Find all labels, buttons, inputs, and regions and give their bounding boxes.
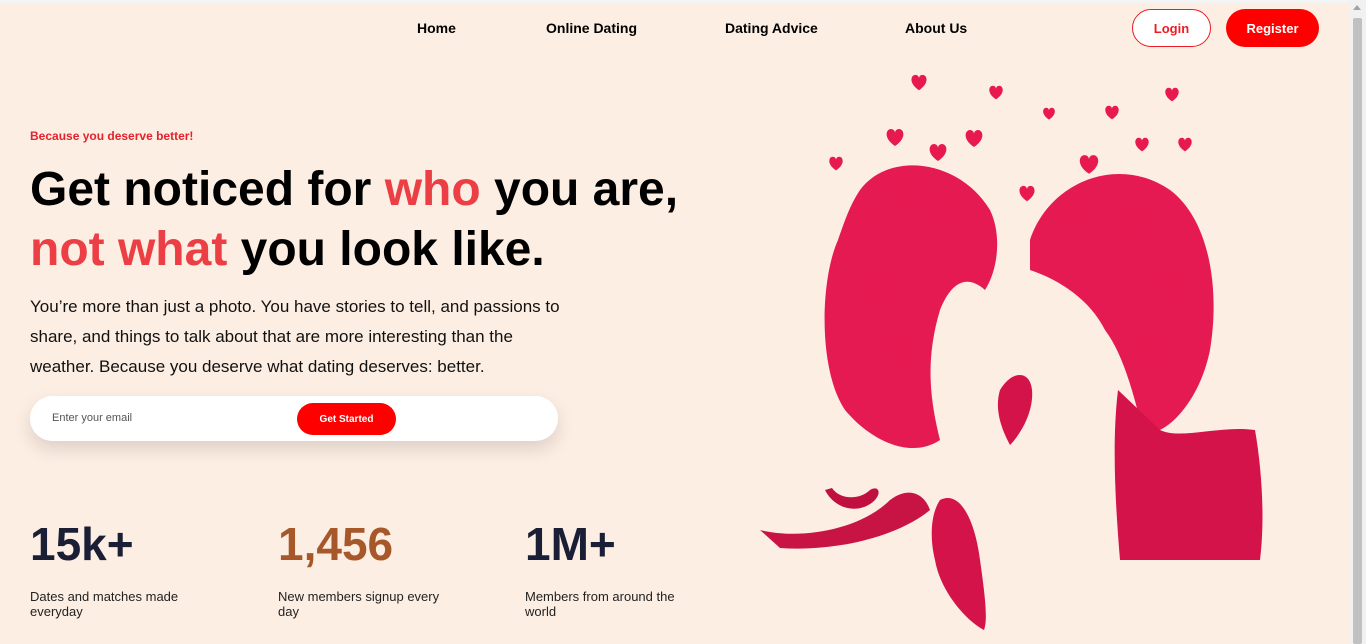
hero-eyebrow: Because you deserve better!	[30, 129, 194, 143]
get-started-button[interactable]: Get Started	[297, 403, 396, 435]
nav-link-online-dating[interactable]: Online Dating	[546, 20, 637, 36]
hearts-couple-illustration	[760, 74, 1263, 630]
floating-heart-icon	[886, 129, 904, 146]
floating-heart-icon	[1135, 137, 1149, 152]
floating-heart-icon	[1178, 137, 1192, 152]
nav-link-dating-advice[interactable]: Dating Advice	[725, 20, 818, 36]
hero-title-part: you look like.	[227, 223, 545, 276]
stat-members-worldwide: 1M+ Members from around the world	[525, 518, 725, 619]
hero-title: Get noticed for who you are, not what yo…	[30, 160, 730, 280]
hero-title-part: you are,	[480, 163, 679, 216]
nav-link-about-us[interactable]: About Us	[905, 20, 967, 36]
nav-link-home[interactable]: Home	[417, 20, 456, 36]
floating-heart-icon	[1019, 185, 1035, 202]
stat-dates: 15k+ Dates and matches made everyday	[30, 518, 230, 619]
floating-heart-icon	[1105, 105, 1119, 120]
stat-label: Members from around the world	[525, 589, 675, 619]
stat-value: 15k+	[30, 518, 134, 570]
email-input[interactable]	[52, 408, 292, 428]
stat-label: Dates and matches made everyday	[30, 589, 179, 619]
floating-heart-icon	[829, 156, 843, 171]
floating-heart-icon	[1043, 107, 1055, 120]
hero-title-part: Get noticed for	[30, 163, 385, 216]
floating-heart-icon	[965, 130, 983, 147]
floating-heart-icon	[1165, 87, 1179, 102]
floating-heart-icon	[1079, 155, 1099, 174]
login-button[interactable]: Login	[1132, 9, 1211, 47]
hero-title-highlight: who	[384, 163, 481, 216]
stat-value: 1M+	[525, 518, 616, 570]
stat-new-members: 1,456 New members signup every day	[278, 518, 478, 619]
page-scrollbar[interactable]	[1349, 0, 1366, 644]
scroll-up-icon[interactable]	[1353, 5, 1361, 10]
scrollbar-thumb[interactable]	[1353, 18, 1362, 644]
floating-heart-icon	[929, 144, 947, 161]
floating-heart-icon	[911, 74, 927, 91]
stat-value: 1,456	[278, 518, 394, 570]
register-button[interactable]: Register	[1226, 9, 1319, 47]
top-navigation: Home Online Dating Dating Advice About U…	[0, 0, 1349, 56]
email-signup-form: Get Started	[30, 396, 558, 441]
floating-heart-icon	[989, 85, 1003, 100]
hero-title-highlight: not what	[30, 223, 228, 276]
stat-label: New members signup every day	[278, 589, 440, 619]
heart-cloud	[760, 165, 1263, 630]
hero-description: You’re more than just a photo. You have …	[30, 297, 560, 376]
